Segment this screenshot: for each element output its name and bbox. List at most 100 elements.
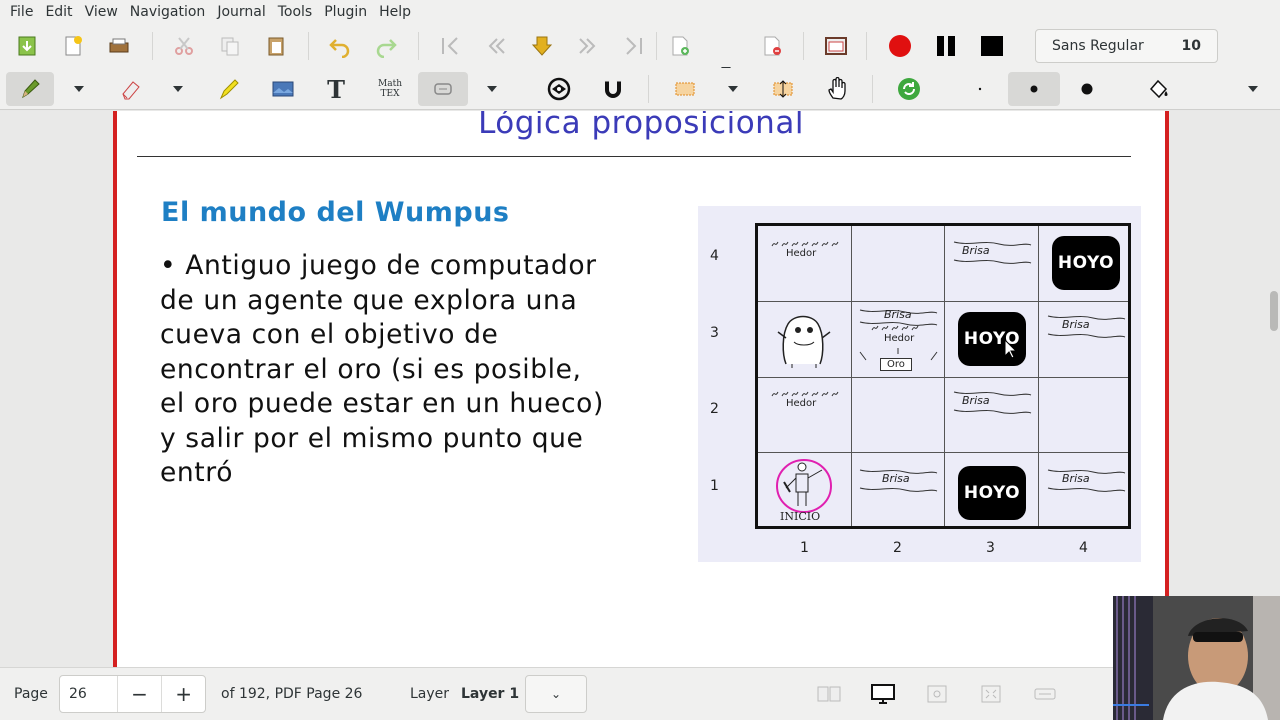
eraser-tool-button[interactable] bbox=[116, 74, 146, 104]
page-decrement-button[interactable]: − bbox=[118, 676, 162, 712]
paint-bucket-icon bbox=[1149, 79, 1168, 99]
row-label: 2 bbox=[710, 401, 719, 417]
image-icon bbox=[272, 81, 294, 97]
brisa-label: Brisa bbox=[1062, 472, 1090, 485]
highlighter-tool-button[interactable] bbox=[214, 74, 244, 104]
new-document-icon bbox=[18, 36, 36, 56]
vertical-scrollbar-thumb[interactable] bbox=[1270, 291, 1278, 331]
hedor-label: Hedor bbox=[786, 248, 817, 259]
page-label: Page bbox=[14, 686, 48, 702]
pen-tool-button[interactable] bbox=[6, 72, 54, 106]
stench-cell-1-2: Hedor bbox=[768, 388, 843, 412]
brisa-label: Brisa bbox=[962, 244, 990, 257]
menu-edit[interactable]: Edit bbox=[39, 4, 78, 20]
pause-button[interactable] bbox=[931, 31, 961, 61]
undo-button[interactable] bbox=[325, 31, 355, 61]
record-button[interactable] bbox=[885, 31, 915, 61]
thickness-thick-button[interactable] bbox=[1072, 74, 1102, 104]
vertical-space-button[interactable] bbox=[768, 74, 798, 104]
scissors-icon bbox=[175, 37, 193, 55]
zoom-button[interactable] bbox=[924, 682, 950, 706]
mouse-cursor-icon bbox=[1004, 339, 1018, 359]
annotate-pdf-button[interactable] bbox=[58, 31, 88, 61]
paste-button[interactable] bbox=[261, 31, 291, 61]
copy-button[interactable] bbox=[215, 31, 245, 61]
new-page-button[interactable] bbox=[665, 31, 695, 61]
ruler-tool-button[interactable] bbox=[544, 74, 574, 104]
open-button[interactable] bbox=[104, 31, 134, 61]
text-tool-button[interactable]: T bbox=[321, 74, 351, 104]
monitor-icon bbox=[871, 684, 895, 704]
body-line: cueva con el objetivo de bbox=[160, 319, 499, 350]
latex-label-math: Math bbox=[378, 79, 402, 89]
hand-tool-button[interactable] bbox=[822, 74, 852, 104]
select-rectangle-icon bbox=[675, 82, 695, 96]
next-page-button[interactable] bbox=[573, 31, 603, 61]
eraser-options-dropdown[interactable] bbox=[171, 82, 185, 96]
default-tool-button[interactable] bbox=[894, 74, 924, 104]
body-line: • Antiguo juego de computador bbox=[160, 250, 597, 281]
menu-file[interactable]: File bbox=[4, 4, 39, 20]
redo-icon bbox=[376, 39, 397, 58]
last-page-button[interactable] bbox=[619, 31, 649, 61]
previous-page-button[interactable] bbox=[481, 31, 511, 61]
printer-icon bbox=[109, 38, 129, 53]
previous-page-icon bbox=[488, 38, 505, 54]
select-rectangle-button[interactable] bbox=[670, 74, 700, 104]
screen-view-button[interactable] bbox=[870, 682, 896, 706]
menu-plugin[interactable]: Plugin bbox=[318, 4, 373, 20]
brisa-label: Brisa bbox=[1062, 318, 1090, 331]
page-number-input[interactable]: 26 bbox=[60, 676, 118, 712]
pen-options-dropdown[interactable] bbox=[72, 82, 86, 96]
thickness-medium-button[interactable] bbox=[1008, 72, 1060, 106]
fullscreen-button[interactable] bbox=[821, 31, 851, 61]
svg-text:T: T bbox=[327, 77, 345, 101]
body-line: el oro puede estar en un hueco) bbox=[160, 388, 604, 419]
shape-recognizer-button[interactable] bbox=[418, 72, 468, 106]
font-selector-button[interactable]: Sans Regular 10 bbox=[1035, 29, 1218, 63]
vertical-space-icon bbox=[773, 80, 793, 98]
slide-body: • Antiguo juego de computador de un agen… bbox=[160, 249, 700, 491]
page-add-icon bbox=[672, 36, 689, 56]
dot-small-icon bbox=[978, 87, 982, 91]
more-tools-dropdown[interactable] bbox=[1246, 82, 1260, 96]
document-area[interactable]: Lógica proposicional El mundo del Wumpus… bbox=[0, 111, 1280, 667]
wumpus-monster-icon bbox=[777, 315, 831, 368]
paper-view-button[interactable] bbox=[816, 682, 842, 706]
goto-page-button[interactable] bbox=[527, 31, 557, 61]
stop-button[interactable] bbox=[977, 31, 1007, 61]
first-page-button[interactable] bbox=[435, 31, 465, 61]
delete-page-button[interactable] bbox=[757, 31, 787, 61]
page-increment-button[interactable]: + bbox=[161, 676, 205, 712]
chevron-down-icon bbox=[74, 86, 84, 92]
layer-dropdown-button[interactable]: ⌄ bbox=[525, 675, 587, 713]
menu-journal[interactable]: Journal bbox=[211, 4, 271, 20]
snap-tool-button[interactable] bbox=[598, 74, 628, 104]
stench-cell-1-4: Hedor bbox=[768, 238, 843, 262]
cut-button[interactable] bbox=[169, 31, 199, 61]
fit-page-button[interactable] bbox=[978, 682, 1004, 706]
menu-navigation[interactable]: Navigation bbox=[124, 4, 212, 20]
chevron-down-icon bbox=[173, 86, 183, 92]
thickness-fine-button[interactable] bbox=[965, 74, 995, 104]
new-document-button[interactable] bbox=[12, 31, 42, 61]
menu-tools[interactable]: Tools bbox=[272, 4, 319, 20]
menu-view[interactable]: View bbox=[79, 4, 124, 20]
pit-cell-3-1: HOYO bbox=[958, 466, 1026, 520]
redo-button[interactable] bbox=[371, 31, 401, 61]
magnet-icon bbox=[604, 80, 622, 98]
latex-tool-button[interactable]: Math TEX bbox=[372, 74, 408, 104]
text-t-icon: T bbox=[327, 77, 345, 101]
image-tool-button[interactable] bbox=[268, 74, 298, 104]
shape-options-dropdown[interactable] bbox=[485, 82, 499, 96]
row-label: 4 bbox=[710, 248, 719, 264]
fit-width-button[interactable] bbox=[1032, 682, 1058, 706]
body-line: y salir por el mismo punto que bbox=[160, 422, 584, 454]
brisa-label: Brisa bbox=[882, 472, 910, 485]
fill-color-button[interactable] bbox=[1144, 74, 1174, 104]
pdf-page[interactable]: Lógica proposicional El mundo del Wumpus… bbox=[113, 111, 1169, 667]
hedor-label: Hedor bbox=[884, 333, 915, 344]
slide-subtitle: El mundo del Wumpus bbox=[161, 197, 510, 228]
select-options-dropdown[interactable] bbox=[726, 82, 740, 96]
menu-help[interactable]: Help bbox=[373, 4, 417, 20]
